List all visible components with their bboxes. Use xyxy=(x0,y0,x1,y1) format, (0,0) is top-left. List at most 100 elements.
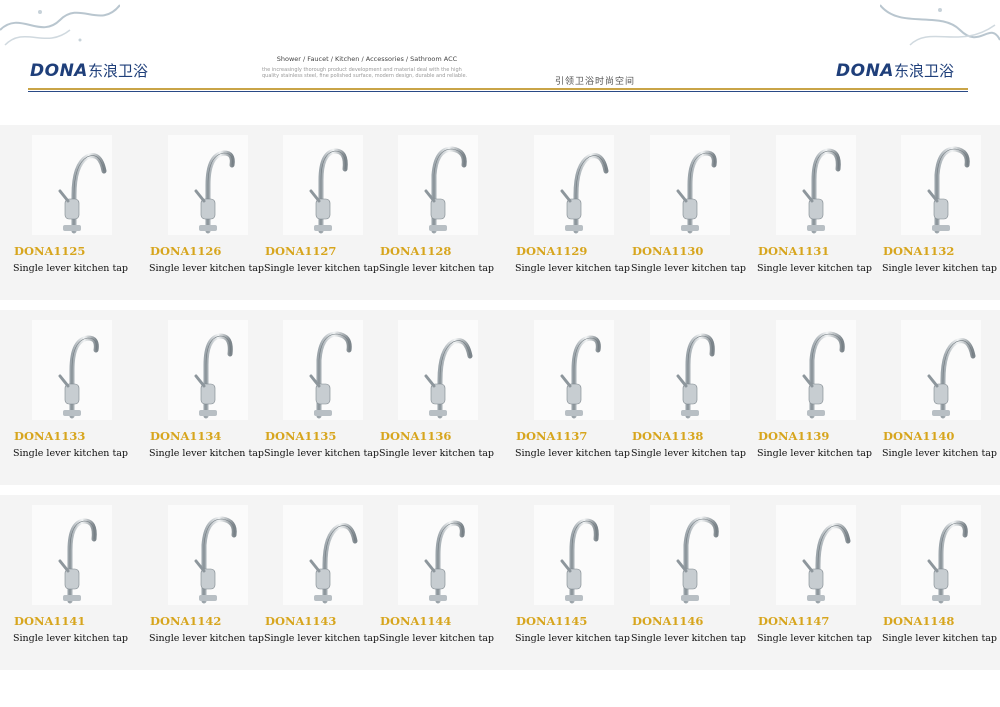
brand-logo-right: DONA东浪卫浴 xyxy=(836,60,954,81)
product-card[interactable]: DONA1126 Single lever kitchen tap xyxy=(149,125,270,300)
faucet-image xyxy=(398,505,478,605)
product-card[interactable]: DONA1134 Single lever kitchen tap xyxy=(149,310,270,485)
faucet-icon xyxy=(424,146,467,234)
product-card[interactable]: DONA1132 Single lever kitchen tap xyxy=(882,125,1000,300)
product-code: DONA1129 xyxy=(516,244,588,258)
product-description: Single lever kitchen tap xyxy=(631,633,747,644)
product-description: Single lever kitchen tap xyxy=(379,448,495,459)
water-splash-left-image xyxy=(0,4,120,46)
faucet-image xyxy=(901,505,981,605)
product-description: Single lever kitchen tap xyxy=(149,633,265,644)
faucet-image xyxy=(32,505,112,605)
faucet-image xyxy=(901,135,981,235)
product-card[interactable]: DONA1145 Single lever kitchen tap xyxy=(515,495,636,670)
faucet-icon xyxy=(927,146,970,234)
product-card[interactable]: DONA1140 Single lever kitchen tap xyxy=(882,310,1000,485)
product-code: DONA1134 xyxy=(150,429,222,443)
product-description: Single lever kitchen tap xyxy=(264,263,380,274)
faucet-icon xyxy=(802,148,841,234)
faucet-icon xyxy=(309,331,352,419)
header-rule-blue xyxy=(28,91,968,92)
faucet-icon xyxy=(194,333,233,419)
product-card[interactable]: DONA1144 Single lever kitchen tap xyxy=(379,495,500,670)
header-tagline: Shower / Faucet / Kitchen / Accessories … xyxy=(262,55,472,79)
product-description: Single lever kitchen tap xyxy=(13,263,129,274)
product-code: DONA1130 xyxy=(632,244,704,258)
faucet-image xyxy=(650,505,730,605)
faucet-image xyxy=(534,135,614,235)
product-code: DONA1133 xyxy=(14,429,86,443)
product-description: Single lever kitchen tap xyxy=(13,448,129,459)
product-card[interactable]: DONA1133 Single lever kitchen tap xyxy=(13,310,134,485)
product-code: DONA1137 xyxy=(516,429,588,443)
product-card[interactable]: DONA1127 Single lever kitchen tap xyxy=(264,125,385,300)
catalog-header: DONA东浪卫浴 Shower / Faucet / Kitchen / Acc… xyxy=(0,0,1000,98)
product-description: Single lever kitchen tap xyxy=(515,448,631,459)
product-description: Single lever kitchen tap xyxy=(882,633,998,644)
product-code: DONA1138 xyxy=(632,429,704,443)
faucet-icon xyxy=(927,520,968,604)
product-description: Single lever kitchen tap xyxy=(882,448,998,459)
faucet-icon xyxy=(194,150,235,234)
product-code: DONA1146 xyxy=(632,614,704,628)
product-card[interactable]: DONA1128 Single lever kitchen tap xyxy=(379,125,500,300)
product-code: DONA1139 xyxy=(758,429,830,443)
product-code: DONA1128 xyxy=(380,244,452,258)
faucet-image xyxy=(650,135,730,235)
product-code: DONA1140 xyxy=(883,429,955,443)
product-description: Single lever kitchen tap xyxy=(757,633,873,644)
faucet-image xyxy=(776,320,856,420)
tagline-categories: Shower / Faucet / Kitchen / Accessories … xyxy=(276,55,458,63)
product-description: Single lever kitchen tap xyxy=(631,448,747,459)
product-card[interactable]: DONA1125 Single lever kitchen tap xyxy=(13,125,134,300)
header-rule-gold xyxy=(28,88,968,90)
product-card[interactable]: DONA1139 Single lever kitchen tap xyxy=(757,310,878,485)
faucet-image xyxy=(901,320,981,420)
product-code: DONA1148 xyxy=(883,614,955,628)
faucet-icon xyxy=(58,335,99,419)
product-card[interactable]: DONA1148 Single lever kitchen tap xyxy=(882,495,1000,670)
product-card[interactable]: DONA1143 Single lever kitchen tap xyxy=(264,495,385,670)
product-description: Single lever kitchen tap xyxy=(379,633,495,644)
product-code: DONA1126 xyxy=(150,244,222,258)
header-slogan: 引领卫浴时尚空间 xyxy=(555,77,636,87)
brand-name-cn: 东浪卫浴 xyxy=(893,62,954,80)
product-card[interactable]: DONA1130 Single lever kitchen tap xyxy=(631,125,752,300)
faucet-image xyxy=(283,135,363,235)
product-card[interactable]: DONA1136 Single lever kitchen tap xyxy=(379,310,500,485)
product-card[interactable]: DONA1147 Single lever kitchen tap xyxy=(757,495,878,670)
brand-name: DONA xyxy=(836,61,894,81)
tagline-small-print: the increasingly thorough product develo… xyxy=(262,67,468,79)
product-card[interactable]: DONA1131 Single lever kitchen tap xyxy=(757,125,878,300)
brand-name: DONA xyxy=(30,61,88,81)
product-code: DONA1144 xyxy=(380,614,452,628)
product-card[interactable]: DONA1129 Single lever kitchen tap xyxy=(515,125,636,300)
product-card[interactable]: DONA1138 Single lever kitchen tap xyxy=(631,310,752,485)
faucet-icon xyxy=(802,331,845,419)
faucet-image xyxy=(32,320,112,420)
faucet-image xyxy=(168,505,248,605)
product-description: Single lever kitchen tap xyxy=(379,263,495,274)
product-card[interactable]: DONA1141 Single lever kitchen tap xyxy=(13,495,134,670)
product-card[interactable]: DONA1137 Single lever kitchen tap xyxy=(515,310,636,485)
faucet-icon xyxy=(424,520,465,604)
faucet-image xyxy=(534,505,614,605)
faucet-icon xyxy=(58,518,97,604)
product-code: DONA1143 xyxy=(265,614,337,628)
product-code: DONA1127 xyxy=(265,244,337,258)
product-card[interactable]: DONA1142 Single lever kitchen tap xyxy=(149,495,270,670)
faucet-icon xyxy=(560,153,609,234)
faucet-image xyxy=(283,505,363,605)
product-description: Single lever kitchen tap xyxy=(757,448,873,459)
product-description: Single lever kitchen tap xyxy=(631,263,747,274)
faucet-icon xyxy=(560,335,601,419)
faucet-image xyxy=(32,135,112,235)
product-description: Single lever kitchen tap xyxy=(149,263,265,274)
product-code: DONA1142 xyxy=(150,614,222,628)
faucet-image xyxy=(398,320,478,420)
faucet-icon xyxy=(927,338,976,419)
product-card[interactable]: DONA1135 Single lever kitchen tap xyxy=(264,310,385,485)
product-code: DONA1136 xyxy=(380,429,452,443)
product-description: Single lever kitchen tap xyxy=(13,633,129,644)
product-card[interactable]: DONA1146 Single lever kitchen tap xyxy=(631,495,752,670)
